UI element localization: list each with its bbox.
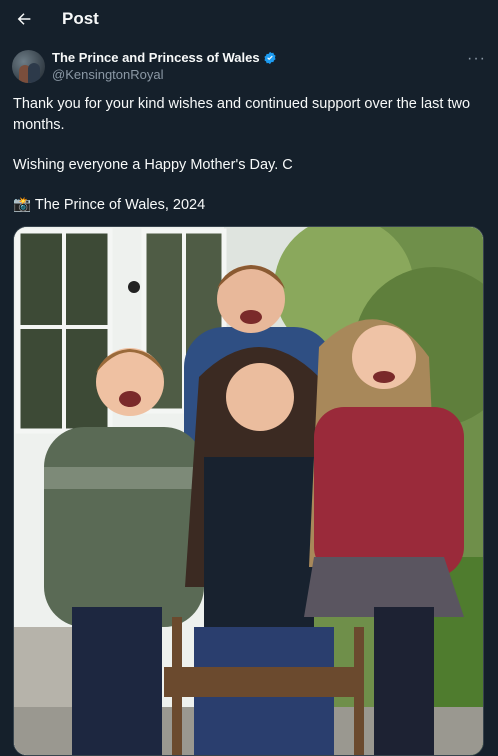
more-horizontal-icon[interactable]: ··· [467,50,486,68]
tweet-line-1: Thank you for your kind wishes and conti… [13,95,471,133]
tweet-photo[interactable] [13,226,484,756]
camera-icon: 📸 [13,196,32,213]
author-names: The Prince and Princess of Wales @Kensin… [52,50,277,84]
top-bar: Post [0,0,498,38]
photo-credit: The Prince of Wales, 2024 [34,196,206,213]
arrow-left-icon[interactable] [14,9,34,29]
page-title: Post [62,9,99,28]
tweet-line-2: Wishing everyone a Happy Mother's Day. C [13,156,293,173]
tweet-author: The Prince and Princess of Wales @Kensin… [0,38,498,84]
tweet-text: Thank you for your kind wishes and conti… [0,84,498,216]
handle[interactable]: @KensingtonRoyal [52,67,277,84]
avatar[interactable] [12,50,45,83]
family-photo-illustration [14,227,483,755]
tweet-line-3: 📸 The Prince of Wales, 2024 [13,195,486,216]
display-name[interactable]: The Prince and Princess of Wales [52,50,260,67]
verified-badge-icon[interactable] [263,51,277,65]
